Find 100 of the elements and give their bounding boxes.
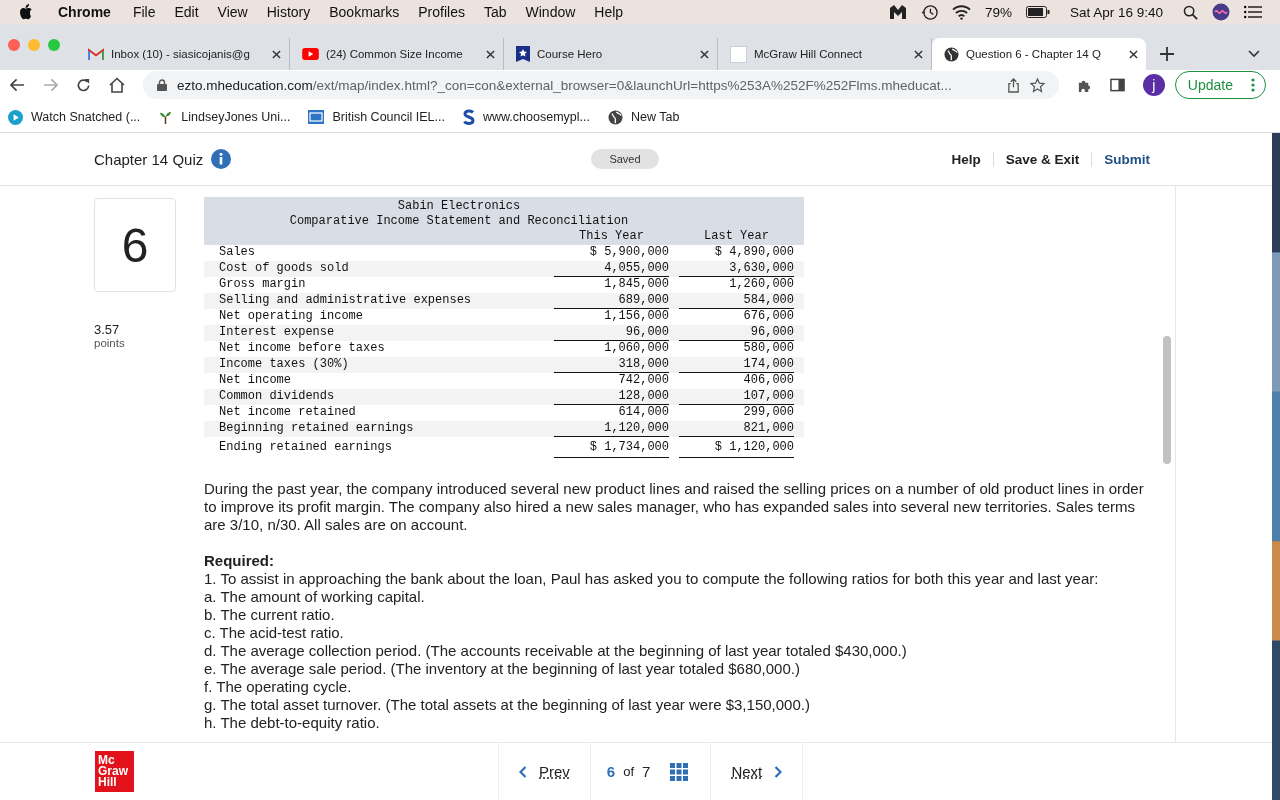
menu-item[interactable]: Edit [174, 4, 199, 20]
bookmark[interactable]: British Council IEL... [308, 110, 445, 124]
table-cell-text: $ 5,900,000 [588, 245, 669, 261]
star-badge-icon [516, 46, 530, 62]
menu-item[interactable]: View [217, 4, 248, 20]
menu-item[interactable]: Window [525, 4, 576, 20]
clock-text[interactable]: Sat Apr 16 9:40 [1069, 4, 1163, 20]
update-button[interactable]: Update [1174, 71, 1266, 99]
menu-item[interactable]: Bookmarks [329, 4, 400, 20]
row-label: Beginning retained earnings [218, 421, 415, 437]
table-cell-text: 676,000 [742, 309, 794, 325]
row-label: Net income retained [218, 405, 357, 421]
table-cell: 174,000 [679, 357, 794, 373]
profile-avatar[interactable]: j [1142, 74, 1165, 96]
menu-item[interactable]: Chrome [58, 4, 111, 20]
table-cell: $ 1,734,000 [554, 437, 669, 458]
close-icon[interactable] [700, 49, 709, 59]
bookmark[interactable]: LindseyJones Uni... [158, 109, 291, 125]
prev-link[interactable]: Prev [498, 743, 591, 800]
table-cell-text: 742,000 [617, 373, 669, 389]
menu-item[interactable]: Help [594, 4, 624, 20]
bookmark[interactable]: Watch Snatched (... [8, 109, 141, 125]
wifi-icon[interactable] [951, 4, 971, 20]
table-cell-text: 406,000 [742, 373, 794, 389]
address-bar[interactable]: ezto.mheducation.com/ext/map/index.html?_con=con&external_browser=0&launchUrl=https%253A%252F%252Flms.mheducat... [143, 71, 1059, 99]
table-cell: 1,120,000 [554, 421, 669, 437]
battery-icon[interactable] [1025, 6, 1050, 18]
requirement-text: e. The average sale period. (The inventory at the beginning of last year totaled $680,000.) [204, 660, 801, 678]
requirement-text: d. The average collection period. (The accounts receivable at the beginning of last year totaled $430,000.) [204, 642, 908, 660]
requirement-text: c. The acid-test ratio. [204, 624, 345, 642]
new-tab-icon[interactable] [1160, 47, 1174, 61]
close-icon[interactable] [914, 49, 923, 59]
star-icon[interactable] [1029, 77, 1045, 93]
table-cell-text: 580,000 [742, 341, 794, 357]
header-link[interactable]: Help [939, 151, 994, 167]
menu-item[interactable]: File [132, 4, 156, 20]
sprout-icon [158, 109, 174, 125]
bookmark[interactable]: www.choosemypl... [462, 109, 590, 125]
table-title: Sabin Electronics [396, 199, 522, 214]
back-icon[interactable] [10, 78, 25, 92]
clock-icon[interactable] [920, 3, 938, 21]
table-cell-text: 1,845,000 [603, 277, 669, 293]
side-panel-icon[interactable] [1109, 78, 1125, 92]
row-label: Income taxes (30%) [218, 357, 350, 373]
table-cell: 107,000 [679, 389, 794, 405]
paragraph: During the past year, the company introduced several new product lines and raised the selling prices on a number of old product lines in order to improve its profit margin. The company also hired a new sales manager, who has expanded sales into several new territories. Sales terms are 3/10, n/30. All sales are on account. [204, 480, 1144, 534]
row-label: Cost of goods sold [218, 261, 350, 277]
question-counter[interactable]: 6 of 7 [590, 743, 711, 800]
table-cell: 128,000 [554, 389, 669, 405]
table-cell: $ 1,120,000 [679, 437, 794, 458]
close-icon[interactable] [486, 49, 495, 59]
table-cell: 3,630,000 [679, 261, 794, 277]
requirement-text: b. The current ratio. [204, 606, 336, 624]
row-label: Gross margin [218, 277, 307, 293]
battery-percentage: 79% [984, 4, 1012, 20]
table-cell-text: 1,156,000 [603, 309, 669, 325]
table-cell-text: 299,000 [742, 405, 794, 421]
header-link[interactable]: Submit [1092, 151, 1162, 167]
apple-icon[interactable] [20, 4, 34, 20]
chevron-down-icon[interactable] [1248, 50, 1260, 58]
table-cell-text: 1,260,000 [728, 277, 794, 293]
info-icon[interactable] [211, 149, 232, 169]
table-cell: 821,000 [679, 421, 794, 437]
requirement-text: f. The operating cycle. [204, 678, 353, 696]
table-cell-text: 1,060,000 [603, 341, 669, 357]
more-icon[interactable] [1251, 78, 1255, 92]
menu-item[interactable]: History [266, 4, 311, 20]
home-icon[interactable] [109, 77, 125, 93]
envelope-icon [88, 47, 104, 61]
row-label: Interest expense [218, 325, 336, 341]
list-icon[interactable] [1244, 5, 1262, 19]
browser-tab[interactable]: Question 6 - Chapter 14 Q [932, 38, 1146, 70]
saved-status-badge: Saved [591, 149, 659, 169]
row-label: Common dividends [218, 389, 336, 405]
share-icon[interactable] [1006, 77, 1020, 93]
question-number-card: 6 [94, 198, 176, 292]
table-title: Comparative Income Statement and Reconciliation [288, 214, 630, 229]
globe-icon [607, 109, 623, 125]
bookmark[interactable]: New Tab [607, 109, 680, 125]
reload-icon[interactable] [76, 77, 91, 93]
requirement-text: 1. To assist in approaching the bank about the loan, Paul has asked you to compute the following ratios for both this year and last year: [204, 570, 1100, 588]
requirement-text: g. The total asset turnover. (The total assets at the beginning of last year were $3,150,000.) [204, 696, 811, 714]
chevron-left-icon [519, 765, 527, 778]
search-icon[interactable] [1183, 4, 1198, 20]
row-label: Net income [218, 373, 292, 389]
menu-item[interactable]: Profiles [418, 4, 465, 20]
grid-icon[interactable] [670, 762, 689, 781]
table-cell: 96,000 [554, 325, 669, 341]
header-link[interactable]: Save & Exit [993, 151, 1093, 167]
lock-icon [157, 79, 167, 91]
column-header: This Year [578, 229, 645, 245]
close-icon[interactable] [1129, 49, 1138, 59]
siri-icon[interactable] [1212, 3, 1230, 21]
close-icon[interactable] [272, 49, 281, 59]
table-cell: 4,055,000 [554, 261, 669, 277]
next-link[interactable]: Next [710, 743, 804, 800]
mcgraw-hill-logo: Mc Graw Hill [95, 751, 134, 792]
menu-item[interactable]: Tab [483, 4, 507, 20]
scrollbar-thumb[interactable] [1163, 336, 1171, 464]
table-cell: 318,000 [554, 357, 669, 373]
